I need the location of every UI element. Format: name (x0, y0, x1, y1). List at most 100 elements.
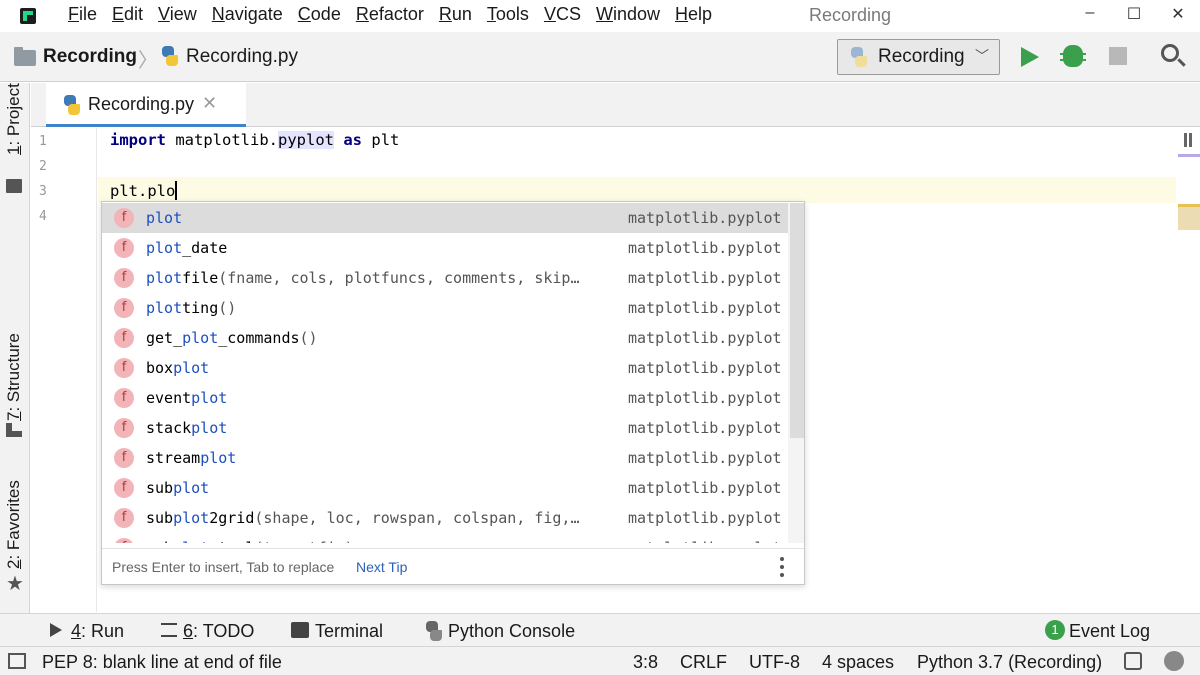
completion-name: subplot_tool(targetfig) (146, 539, 354, 543)
menu-item[interactable]: Run (439, 4, 478, 25)
menu-item[interactable]: Window (596, 4, 666, 25)
python-interpreter[interactable]: Python 3.7 (Recording) (917, 652, 1102, 673)
menu-item[interactable]: Refactor (356, 4, 430, 25)
completion-module: matplotlib.pyplot (628, 209, 782, 227)
completion-name: boxplot (146, 359, 210, 377)
completion-name: plot_date (146, 239, 228, 257)
completion-module: matplotlib.pyplot (628, 419, 782, 437)
code-line-1: import matplotlib.pyplot as plt (110, 131, 400, 149)
line-number: 2 (39, 159, 47, 174)
more-options-icon[interactable] (779, 557, 785, 577)
python-console-icon (424, 621, 442, 641)
completion-module: matplotlib.pyplot (628, 359, 782, 377)
title-bar: File Edit View Navigate Code Refactor Run Tools… (0, 0, 1200, 32)
function-icon: f (114, 508, 134, 528)
inspection-status-icon[interactable] (1184, 133, 1192, 147)
completion-item[interactable]: f plot matplotlib.pyplot (102, 203, 788, 233)
breadcrumb-project[interactable]: Recording (43, 46, 137, 68)
completion-item[interactable]: f boxplot matplotlib.pyplot (102, 353, 788, 383)
status-message[interactable]: PEP 8: blank line at end of file (42, 652, 282, 673)
caret-position[interactable]: 3:8 (633, 652, 658, 673)
completion-item[interactable]: f subplot matplotlib.pyplot (102, 473, 788, 503)
completion-item[interactable]: f subplot_tool(targetfig) matplotlib.pyplo… (102, 533, 788, 543)
completion-scrollbar[interactable] (788, 203, 804, 543)
breadcrumb-file[interactable]: Recording.py (186, 46, 298, 68)
breadcrumb-chevron-icon: 〉 (138, 50, 158, 72)
todo-tool-tab[interactable]: 6: TODO (183, 621, 254, 642)
completion-item[interactable]: f plotting() matplotlib.pyplot (102, 293, 788, 323)
navigation-bar: Recording 〉 Recording.py (0, 32, 1200, 82)
menu-item[interactable]: Navigate (212, 4, 289, 25)
completion-name: stackplot (146, 419, 228, 437)
event-count-badge: 1 (1045, 620, 1065, 640)
chevron-down-icon: ﹀ (975, 48, 989, 64)
tab-recording-py[interactable]: Recording.py ✕ (46, 83, 246, 127)
menu-item[interactable]: File (68, 4, 103, 25)
code-completion-popup: f plot matplotlib.pyplot f plot_date matplotl… (101, 201, 805, 585)
toggle-tool-windows-icon[interactable] (8, 653, 26, 669)
completion-item[interactable]: f eventplot matplotlib.pyplot (102, 383, 788, 413)
left-tool-window-strip: 1: Project 7: Structure 2: Favorites ★ (0, 83, 30, 613)
completion-item[interactable]: f get_plot_commands() matplotlib.pyplot (102, 323, 788, 353)
function-icon: f (114, 268, 134, 288)
editor-tab-bar: Recording.py ✕ (31, 83, 1200, 127)
structure-tool-tab[interactable]: 7: Structure (4, 333, 24, 421)
todo-list-icon (161, 623, 177, 637)
completion-item[interactable]: f streamplot matplotlib.pyplot (102, 443, 788, 473)
python-config-icon (849, 47, 867, 67)
menu-item[interactable]: Help (675, 4, 718, 25)
indent-setting[interactable]: 4 spaces (822, 652, 894, 673)
python-console-tool-tab[interactable]: Python Console (448, 621, 575, 642)
maximize-button[interactable]: ☐ (1119, 4, 1149, 24)
function-icon: f (114, 448, 134, 468)
debug-bug-icon[interactable] (1060, 45, 1086, 67)
completion-name: get_plot_commands() (146, 329, 318, 347)
project-tool-tab[interactable]: 1: Project (4, 83, 24, 155)
window-title: Recording (809, 5, 892, 25)
close-window-button[interactable]: ✕ (1163, 4, 1193, 24)
usage-marker (1178, 154, 1200, 157)
search-icon[interactable] (1161, 44, 1179, 62)
code-line-3: plt.plo (110, 181, 178, 200)
scrollbar-thumb[interactable] (790, 203, 804, 438)
stop-icon[interactable] (1109, 47, 1127, 65)
editor-marker-strip[interactable] (1176, 128, 1200, 612)
star-icon: ★ (6, 573, 24, 595)
completion-item[interactable]: f plotfile(fname, cols, plotfuncs, commen… (102, 263, 788, 293)
completion-module: matplotlib.pyplot (628, 239, 782, 257)
completion-name: plotting() (146, 299, 237, 317)
next-tip-link[interactable]: Next Tip (356, 559, 407, 575)
inspector-face-icon[interactable] (1164, 651, 1184, 671)
favorites-tool-tab[interactable]: 2: Favorites (4, 480, 24, 569)
event-log-tool-tab[interactable]: Event Log (1069, 621, 1150, 642)
project-folder-icon (6, 179, 22, 193)
completion-item[interactable]: f subplot2grid(shape, loc, rowspan, colsp… (102, 503, 788, 533)
close-tab-icon[interactable]: ✕ (202, 93, 217, 114)
menu-item[interactable]: Code (298, 4, 347, 25)
terminal-tool-tab[interactable]: Terminal (315, 621, 383, 642)
completion-name: subplot2grid(shape, loc, rowspan, colspa… (146, 509, 580, 527)
function-icon: f (114, 328, 134, 348)
menu-item[interactable]: Edit (112, 4, 149, 25)
run-configuration-label: Recording (878, 46, 965, 67)
line-separator[interactable]: CRLF (680, 652, 727, 673)
function-icon: f (114, 418, 134, 438)
run-tool-tab[interactable]: 4: Run (71, 621, 124, 642)
menu-item[interactable]: Tools (487, 4, 535, 25)
run-icon[interactable] (1021, 47, 1039, 67)
completion-item[interactable]: f stackplot matplotlib.pyplot (102, 413, 788, 443)
menu-item[interactable]: VCS (544, 4, 587, 25)
completion-footer: Press Enter to insert, Tab to replace Ne… (102, 548, 804, 584)
file-encoding[interactable]: UTF-8 (749, 652, 800, 673)
lock-icon[interactable] (1124, 652, 1142, 670)
completion-module: matplotlib.pyplot (628, 389, 782, 407)
structure-icon (6, 423, 22, 437)
terminal-icon (291, 622, 309, 638)
minimize-button[interactable]: – (1075, 4, 1105, 22)
status-bar: PEP 8: blank line at end of file 3:8 CRL… (0, 646, 1200, 675)
menu-item[interactable]: View (158, 4, 203, 25)
completion-name: plotfile(fname, cols, plotfuncs, comment… (146, 269, 580, 287)
completion-item[interactable]: f plot_date matplotlib.pyplot (102, 233, 788, 263)
run-configuration-dropdown[interactable]: Recording ﹀ (837, 39, 1000, 75)
function-icon: f (114, 208, 134, 228)
